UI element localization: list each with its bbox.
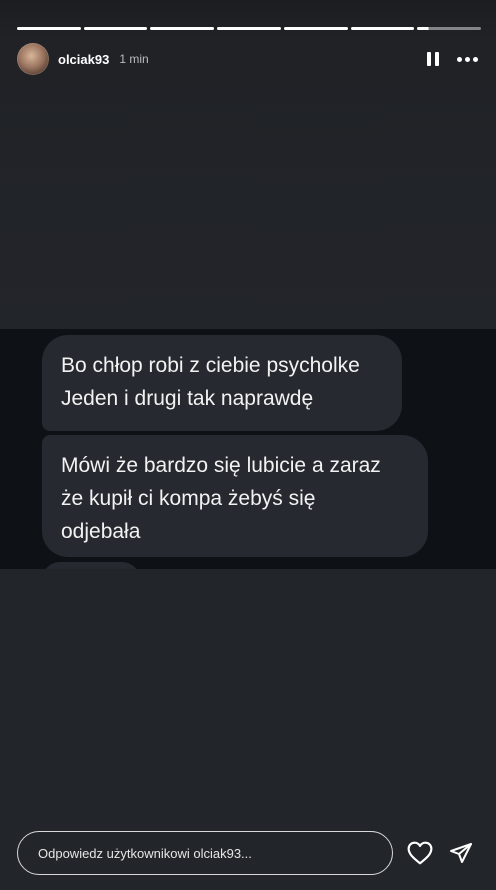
story-timestamp: 1 min [119, 52, 149, 66]
story-footer: Odpowiedz użytkownikowi olciak93... [17, 831, 479, 875]
story-header: olciak93 1 min [17, 43, 478, 75]
story-viewer[interactable]: olciak93 1 min Bo chłop robi z ciebie ps… [0, 0, 496, 890]
username[interactable]: olciak93 [58, 52, 109, 67]
send-icon[interactable] [449, 841, 473, 865]
message-line: że kupił ci kompa żebyś się [61, 487, 316, 510]
progress-segment-current [417, 27, 482, 30]
progress-segment [283, 27, 348, 30]
progress-segment [17, 27, 81, 30]
message-bubble: Bo chłop robi z ciebie psycholke Jeden i… [42, 335, 402, 431]
story-progress-bar [17, 27, 482, 30]
message-line: Jeden i drugi tak naprawdę [61, 387, 314, 410]
avatar[interactable] [17, 43, 49, 75]
reply-placeholder: Odpowiedz użytkownikowi olciak93... [38, 845, 252, 861]
header-controls [427, 52, 478, 66]
more-icon[interactable] [457, 56, 478, 62]
message-bubble: Mówi że bardzo się lubicie a zaraz że ku… [42, 435, 428, 557]
reply-input[interactable]: Odpowiedz użytkownikowi olciak93... [17, 831, 393, 875]
progress-segment [350, 27, 415, 30]
progress-segment [83, 27, 148, 30]
message-line: Mówi że bardzo się lubicie a zaraz [61, 454, 381, 477]
heart-icon[interactable] [407, 841, 433, 865]
message-line: Bo chłop robi z ciebie psycholke [61, 354, 360, 377]
message-line: odjebała [61, 520, 141, 543]
message-bubble-partial [42, 562, 140, 569]
progress-segment [217, 27, 281, 30]
progress-segment [150, 27, 215, 30]
chat-screenshot: Bo chłop robi z ciebie psycholke Jeden i… [0, 329, 496, 569]
pause-icon[interactable] [427, 52, 439, 66]
